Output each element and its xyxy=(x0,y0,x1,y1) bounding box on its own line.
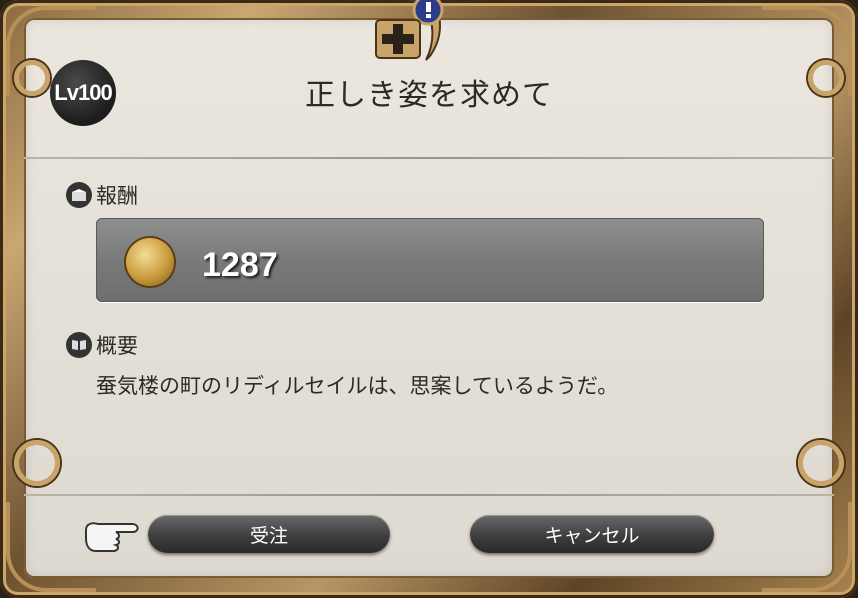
summary-text: 蚕気楼の町のリディルセイルは、思案しているようだ。 xyxy=(96,374,619,398)
ornament-corner-bottom-right xyxy=(762,502,852,592)
reward-box-icon xyxy=(66,182,92,208)
summary-section-header: 概要 xyxy=(66,330,138,360)
pointer-hand-icon xyxy=(85,522,139,552)
cancel-button[interactable]: キャンセル xyxy=(470,515,714,553)
reward-amount: 1287 xyxy=(202,246,278,284)
quest-title: 正しき姿を求めて xyxy=(305,78,553,113)
gil-coin-icon xyxy=(126,238,174,286)
divider-top xyxy=(24,157,834,159)
quest-marker-icon xyxy=(375,0,444,61)
ornament-swirl-right xyxy=(798,440,844,486)
reward-section-header: 報酬 xyxy=(66,180,138,210)
reward-box: 1287 xyxy=(96,218,764,302)
ornament-swirl-left xyxy=(14,440,60,486)
summary-label: 概要 xyxy=(96,334,138,358)
reward-label: 報酬 xyxy=(96,184,138,208)
divider-bottom xyxy=(24,494,834,496)
accept-button[interactable]: 受注 xyxy=(148,515,390,553)
book-icon xyxy=(66,332,92,358)
